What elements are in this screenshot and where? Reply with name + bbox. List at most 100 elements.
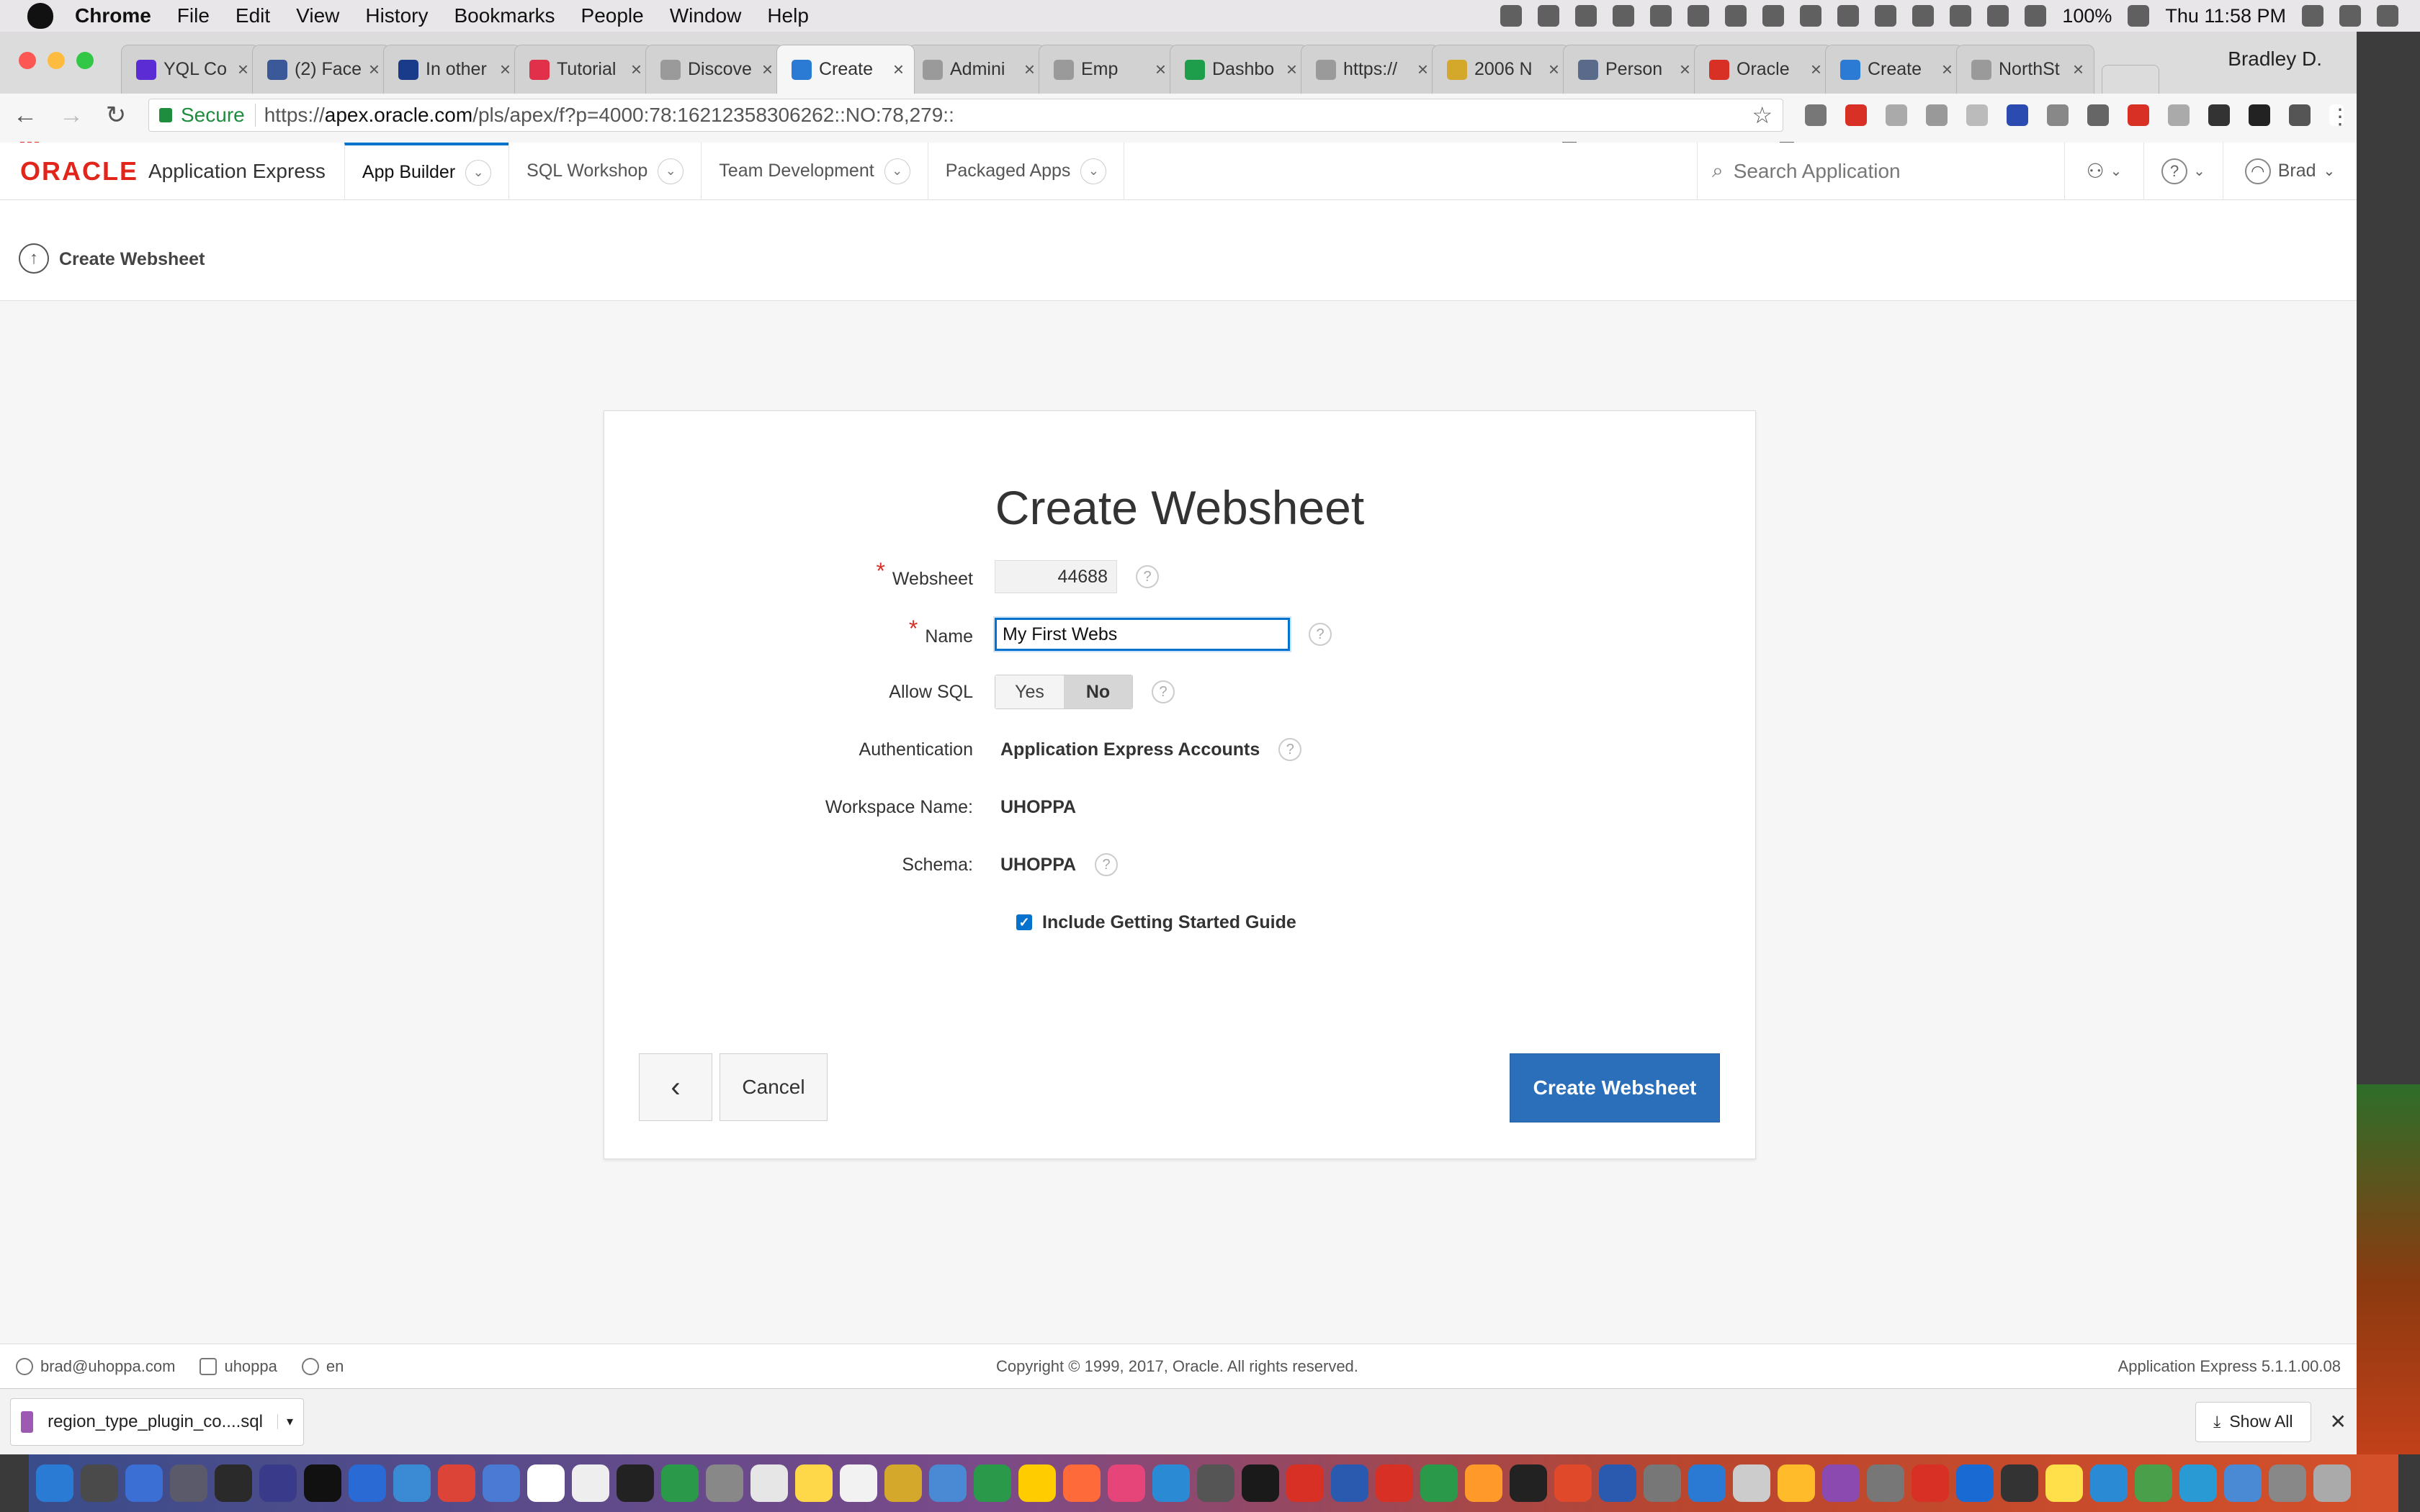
extension-icon[interactable]	[1886, 104, 1907, 126]
tab-app-builder[interactable]: App Builder ⌄	[344, 142, 509, 200]
extension-icon[interactable]	[2289, 104, 2311, 126]
dock-app-icon[interactable]	[1599, 1464, 1636, 1502]
allow-sql-no[interactable]: No	[1064, 675, 1132, 708]
airplay-icon[interactable]	[1987, 5, 2009, 27]
extension-icon[interactable]	[2128, 104, 2149, 126]
extension-icon[interactable]	[2047, 104, 2069, 126]
browser-tab[interactable]: Person ×	[1563, 45, 1701, 94]
new-tab-button[interactable]	[2102, 65, 2159, 94]
menu-history[interactable]: History	[365, 4, 428, 27]
search-application[interactable]: ⌕ Search Application	[1697, 142, 2064, 200]
previous-button[interactable]: ‹	[639, 1053, 712, 1121]
dock-app-icon[interactable]	[1778, 1464, 1815, 1502]
user-menu-button[interactable]: ◠ Brad ⌄	[2223, 142, 2357, 200]
apple-icon[interactable]	[27, 3, 53, 29]
siri-icon[interactable]	[2339, 5, 2361, 27]
tray-icon[interactable]	[1875, 5, 1897, 27]
profile-button[interactable]: Bradley D.	[2228, 48, 2322, 71]
dock-app-icon[interactable]	[81, 1464, 118, 1502]
menu-help[interactable]: Help	[767, 4, 809, 27]
dock-app-icon[interactable]	[2001, 1464, 2038, 1502]
browser-tab[interactable]: (2) Face ×	[252, 45, 390, 94]
dock-app-icon[interactable]	[438, 1464, 475, 1502]
help-icon[interactable]: ?	[1278, 738, 1302, 761]
tray-icon[interactable]	[1912, 5, 1935, 27]
dock-app-icon[interactable]	[1063, 1464, 1101, 1502]
help-icon[interactable]: ?	[1136, 565, 1159, 588]
footer-language[interactable]: en	[301, 1357, 344, 1376]
close-icon[interactable]: ✕	[2330, 1410, 2347, 1434]
dock-app-icon[interactable]	[929, 1464, 967, 1502]
reload-icon[interactable]: ↻	[105, 101, 127, 130]
extension-icon[interactable]	[2208, 104, 2230, 126]
dock-app-icon[interactable]	[884, 1464, 922, 1502]
chevron-down-icon[interactable]: ⌄	[465, 159, 492, 186]
wifi-icon[interactable]	[1950, 5, 1972, 27]
browser-tab[interactable]: Create ×	[1825, 45, 1963, 94]
url-text[interactable]: https://apex.oracle.com/pls/apex/f?p=400…	[264, 104, 954, 127]
dock-app-icon[interactable]	[393, 1464, 431, 1502]
getting-started-checkbox[interactable]: ✓ Include Getting Started Guide	[1016, 912, 1296, 933]
help-icon[interactable]: ?	[1152, 680, 1175, 703]
tray-icon[interactable]	[1500, 5, 1523, 27]
chevron-down-icon[interactable]: ⌄	[1080, 158, 1107, 184]
spotlight-icon[interactable]	[2302, 5, 2323, 27]
extension-icon[interactable]	[2168, 104, 2190, 126]
extension-icon[interactable]	[1805, 104, 1827, 126]
close-tab-icon[interactable]: ×	[762, 58, 773, 81]
dock-app-icon[interactable]	[795, 1464, 833, 1502]
browser-tab[interactable]: Dashbo ×	[1170, 45, 1308, 94]
chrome-menu-icon[interactable]: ⋮	[2329, 104, 2351, 129]
chevron-down-icon[interactable]: ⌄	[884, 158, 910, 184]
tray-icon[interactable]	[1837, 5, 1860, 27]
extension-icon[interactable]	[1966, 104, 1988, 126]
close-tab-icon[interactable]: ×	[1549, 58, 1559, 81]
dock-app-icon[interactable]	[750, 1464, 788, 1502]
dock-app-icon[interactable]	[1644, 1464, 1681, 1502]
checkbox-checked-icon[interactable]: ✓	[1016, 914, 1032, 930]
dock-app-icon[interactable]	[572, 1464, 609, 1502]
back-icon[interactable]: ←	[13, 102, 37, 130]
battery-icon[interactable]	[2128, 5, 2150, 27]
tray-icon[interactable]	[1613, 5, 1635, 27]
dock-app-icon[interactable]	[1286, 1464, 1324, 1502]
browser-tab[interactable]: Oracle ×	[1694, 45, 1832, 94]
dock-app-icon[interactable]	[706, 1464, 743, 1502]
show-all-downloads-button[interactable]: ⤓ Show All	[2195, 1401, 2311, 1442]
dock-app-icon[interactable]	[617, 1464, 654, 1502]
dock-app-icon[interactable]	[1018, 1464, 1056, 1502]
dock-app-icon[interactable]	[1867, 1464, 1904, 1502]
dock-app-icon[interactable]	[2179, 1464, 2217, 1502]
dock-app-icon[interactable]	[36, 1464, 73, 1502]
close-tab-icon[interactable]: ×	[631, 58, 642, 81]
help-icon[interactable]: ?	[1309, 623, 1332, 646]
browser-tab[interactable]: YQL Co ×	[121, 45, 259, 94]
dock-app-icon[interactable]	[483, 1464, 520, 1502]
close-tab-icon[interactable]: ×	[1680, 58, 1690, 81]
menu-chrome[interactable]: Chrome	[75, 4, 151, 27]
create-websheet-button[interactable]: Create Websheet	[1510, 1053, 1720, 1122]
dock-app-icon[interactable]	[2135, 1464, 2172, 1502]
extension-icon[interactable]	[1926, 104, 1948, 126]
browser-tab[interactable]: Emp ×	[1039, 45, 1177, 94]
dock-app-icon[interactable]	[2090, 1464, 2128, 1502]
tray-icon[interactable]	[1688, 5, 1710, 27]
dock-app-icon[interactable]	[527, 1464, 565, 1502]
help-icon[interactable]: ?	[1095, 853, 1119, 876]
chevron-down-icon[interactable]: ▾	[277, 1414, 293, 1429]
tab-sql-workshop[interactable]: SQL Workshop ⌄	[508, 142, 701, 200]
dock-app-icon[interactable]	[125, 1464, 163, 1502]
oracle-logo[interactable]: ORACLE	[20, 156, 138, 186]
menu-view[interactable]: View	[296, 4, 339, 27]
close-tab-icon[interactable]: ×	[500, 58, 511, 81]
close-tab-icon[interactable]: ×	[2073, 58, 2084, 81]
dock-app-icon[interactable]	[304, 1464, 341, 1502]
clock[interactable]: Thu 11:58 PM	[2165, 5, 2286, 27]
tab-team-development[interactable]: Team Development ⌄	[701, 142, 927, 200]
tray-icon[interactable]	[1800, 5, 1822, 27]
menu-file[interactable]: File	[177, 4, 210, 27]
close-tab-icon[interactable]: ×	[1942, 58, 1953, 81]
tray-icon[interactable]	[1725, 5, 1747, 27]
dock-app-icon[interactable]	[1152, 1464, 1190, 1502]
dock-app-icon[interactable]	[2045, 1464, 2083, 1502]
